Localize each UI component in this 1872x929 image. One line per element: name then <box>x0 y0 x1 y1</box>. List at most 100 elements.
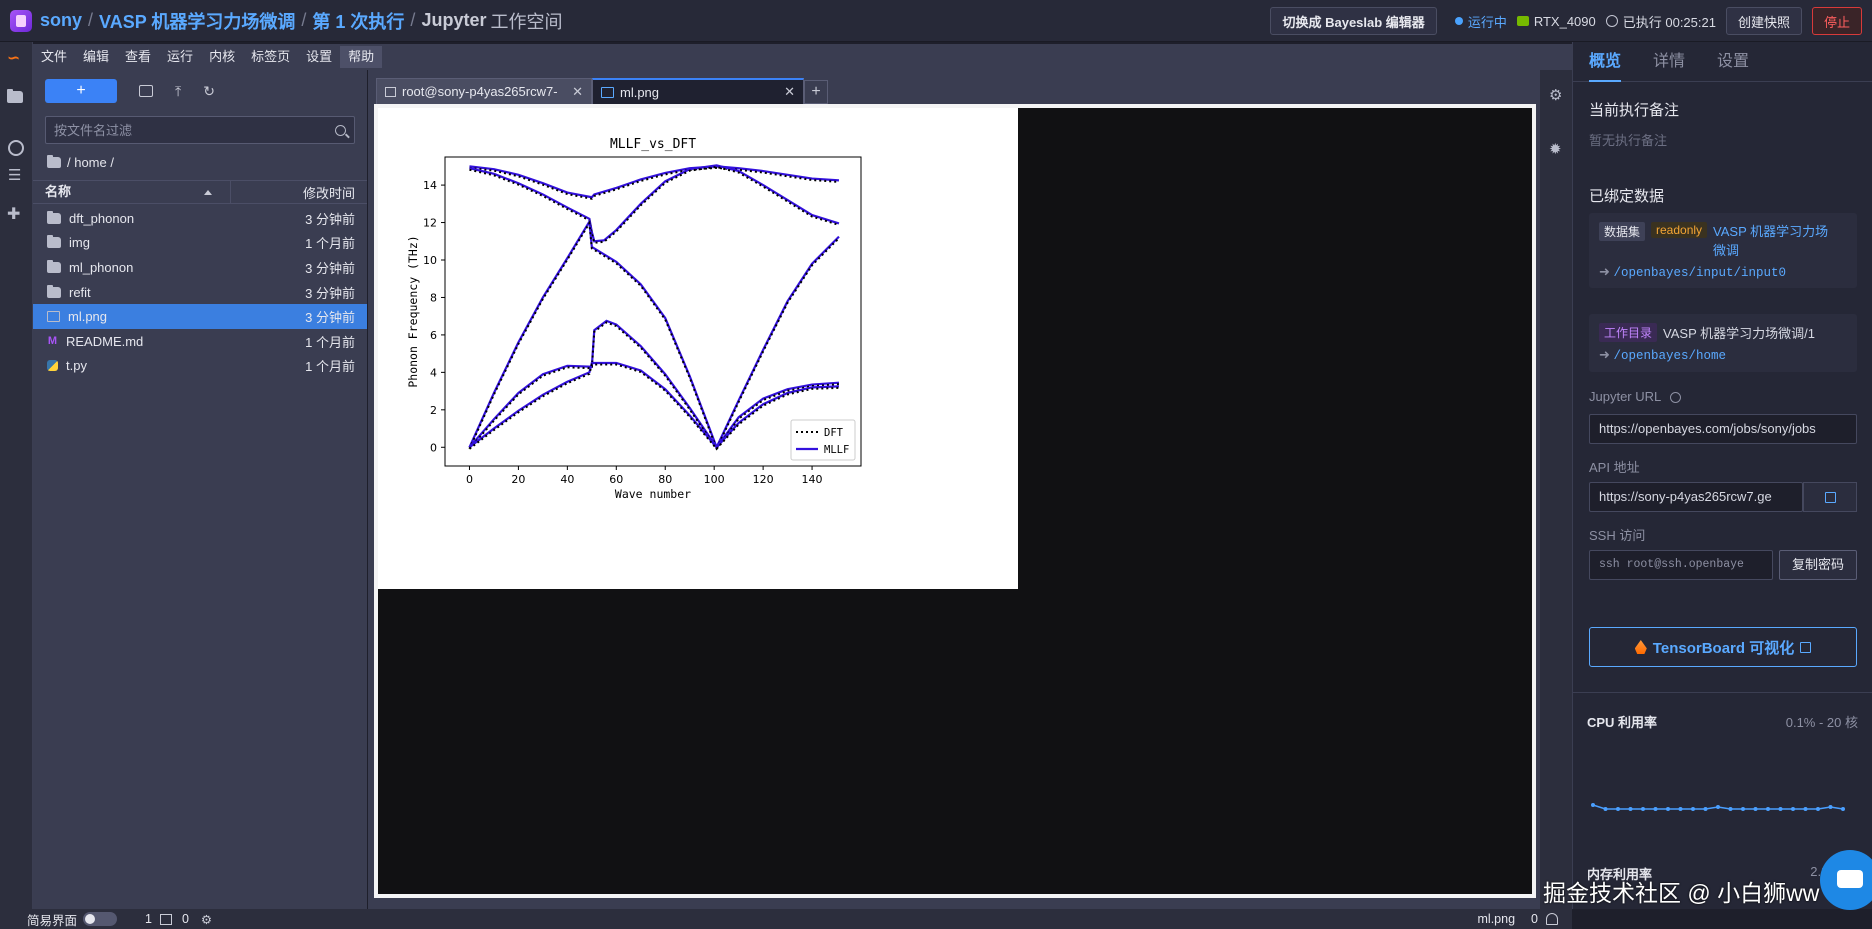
switch-editor-button[interactable]: 切换成 Bayeslab 编辑器 <box>1270 7 1437 35</box>
file-name: t.py <box>66 358 87 374</box>
menu-tabs[interactable]: 标签页 <box>243 46 298 68</box>
api-url-field[interactable]: https://sony-p4yas265rcw7.ge <box>1589 482 1803 512</box>
x-tick-label: 140 <box>802 473 823 486</box>
current-path[interactable]: / home / <box>67 155 114 170</box>
cpu-point <box>1828 805 1833 809</box>
add-tab-button[interactable]: + <box>804 80 828 104</box>
breadcrumb-separator: / <box>301 10 307 30</box>
kernel-count[interactable]: 0 <box>182 912 189 926</box>
top-bar: sony / VASP 机器学习力场微调 / 第 1 次执行 / Jupyter… <box>0 0 1872 42</box>
list-item[interactable]: dft_phonon 3 分钟前 <box>33 206 367 231</box>
jupyter-url-field[interactable]: https://openbayes.com/jobs/sony/jobs <box>1589 414 1857 444</box>
list-item[interactable]: M README.md 1 个月前 <box>33 329 367 354</box>
cpu-point <box>1803 807 1808 811</box>
cpu-sparkline <box>1591 803 1845 811</box>
workdir-name: VASP 机器学习力场微调/1 <box>1663 326 1815 341</box>
bell-icon[interactable] <box>1546 913 1558 925</box>
new-folder-icon[interactable] <box>139 85 153 97</box>
menu-file[interactable]: 文件 <box>33 46 75 68</box>
tab-details[interactable]: 详情 <box>1653 42 1685 82</box>
phonon-chart: MLLF_vs_DFT Wave number Phonon Frequency (… <box>406 137 862 501</box>
right-activity-bar: ⚙ ✹ <box>1540 70 1572 909</box>
file-toolbar: + ⤒ ↻ <box>45 79 215 103</box>
cpu-usage-range: 0.1% - 20 核 <box>1785 715 1858 730</box>
refresh-icon[interactable]: ↻ <box>203 83 215 100</box>
legend-mllf-label: MLLF <box>824 444 849 456</box>
tab-label: root@sony-p4yas265rcw7-m <box>402 84 559 99</box>
gpu-label: RTX_4090 <box>1533 13 1596 29</box>
upload-icon[interactable]: ⤒ <box>175 83 181 100</box>
menu-settings[interactable]: 设置 <box>298 46 340 68</box>
file-time: 3 分钟前 <box>305 285 355 301</box>
cpu-point <box>1741 807 1745 811</box>
property-inspector-icon[interactable]: ⚙ <box>1549 86 1562 104</box>
extensions-icon[interactable]: ✚ <box>7 204 25 223</box>
list-item[interactable]: img 1 个月前 <box>33 231 367 256</box>
folder-icon[interactable] <box>47 155 61 168</box>
tensorboard-button[interactable]: TensorBoard 可视化 <box>1589 627 1857 667</box>
image-viewer: MLLF_vs_DFT Wave number Phonon Frequency (… <box>374 104 1536 898</box>
column-modified[interactable]: 修改时间 <box>231 183 367 202</box>
jupyter-url-label: Jupyter URL <box>1589 389 1682 404</box>
breadcrumb-jupyter: Jupyter <box>421 10 487 30</box>
close-icon[interactable]: ✕ <box>572 84 583 100</box>
file-time: 1 个月前 <box>305 236 355 252</box>
x-tick-label: 100 <box>704 473 725 486</box>
list-item[interactable]: t.py 1 个月前 <box>33 354 367 379</box>
x-tick-label: 60 <box>609 473 623 486</box>
file-list: dft_phonon 3 分钟前 img 1 个月前 ml_phonon 3 分钟前 … <box>33 206 367 378</box>
file-list-header: 名称 修改时间 <box>33 180 367 204</box>
menu-edit[interactable]: 编辑 <box>75 46 117 68</box>
folder-icon <box>47 210 61 224</box>
note-empty: 暂无执行备注 <box>1589 133 1668 148</box>
breadcrumb-user[interactable]: sony <box>40 10 82 31</box>
cpu-point <box>1778 807 1783 811</box>
stop-button[interactable]: 停止 <box>1811 7 1862 35</box>
list-item[interactable]: refit 3 分钟前 <box>33 280 367 305</box>
file-filter-input[interactable] <box>54 122 335 138</box>
cpu-point <box>1678 807 1683 811</box>
list-item-selected[interactable]: ml.png 3 分钟前 <box>33 304 367 329</box>
new-launcher-button[interactable]: + <box>45 79 117 103</box>
file-browser-icon[interactable] <box>7 88 25 104</box>
running-kernels-icon[interactable] <box>8 140 24 156</box>
column-name[interactable]: 名称 <box>33 181 231 203</box>
menu-kernel[interactable]: 内核 <box>201 46 243 68</box>
menu-help[interactable]: 帮助 <box>340 46 383 68</box>
file-time: 1 个月前 <box>305 359 355 375</box>
tab-terminal[interactable]: root@sony-p4yas265rcw7-m ✕ <box>376 78 592 104</box>
open-api-button[interactable] <box>1803 482 1857 512</box>
workdir-tag: 工作目录 <box>1599 323 1658 342</box>
close-icon[interactable]: ✕ <box>784 84 795 100</box>
tab-overview[interactable]: 概览 <box>1589 42 1622 82</box>
dataset-link[interactable]: VASP 机器学习力场微调 <box>1713 222 1839 260</box>
notification-count[interactable]: 0 <box>1531 912 1538 926</box>
menu-view[interactable]: 查看 <box>117 46 159 68</box>
info-icon[interactable] <box>1670 392 1682 404</box>
create-snapshot-button[interactable]: 创建快照 <box>1725 7 1802 35</box>
run-status-label: 运行中 <box>1467 14 1507 30</box>
breadcrumb-project[interactable]: VASP 机器学习力场微调 <box>99 8 295 34</box>
y-tick-label: 4 <box>430 366 437 379</box>
menu-run[interactable]: 运行 <box>159 46 201 68</box>
mllf-band-3 <box>468 319 840 450</box>
debugger-icon[interactable]: ✹ <box>1549 140 1562 158</box>
table-of-contents-icon[interactable]: ☰ <box>8 166 26 184</box>
list-item[interactable]: ml_phonon 3 分钟前 <box>33 255 367 280</box>
chat-support-button[interactable] <box>1820 850 1872 910</box>
gpu-info: RTX_4090 <box>1516 13 1596 29</box>
workdir-path: /openbayes/home <box>1613 349 1727 363</box>
terminal-count[interactable]: 1 <box>145 912 152 926</box>
breadcrumb-run[interactable]: 第 1 次执行 <box>312 8 404 34</box>
terminal-icon <box>385 86 396 97</box>
search-icon <box>335 124 346 136</box>
tab-image[interactable]: ml.png ✕ <box>592 78 804 104</box>
tab-settings[interactable]: 设置 <box>1717 42 1749 82</box>
settings-icon[interactable]: ⚙ <box>201 912 212 927</box>
ssh-command-field[interactable]: ssh root@ssh.openbaye <box>1589 550 1773 580</box>
menu-bar: 文件 编辑 查看 运行 内核 标签页 设置 帮助 <box>33 44 1572 70</box>
cpu-point <box>1616 807 1620 811</box>
breadcrumb: / home / <box>47 155 114 170</box>
copy-password-button[interactable]: 复制密码 <box>1779 550 1857 580</box>
simple-mode-toggle[interactable] <box>83 912 118 926</box>
